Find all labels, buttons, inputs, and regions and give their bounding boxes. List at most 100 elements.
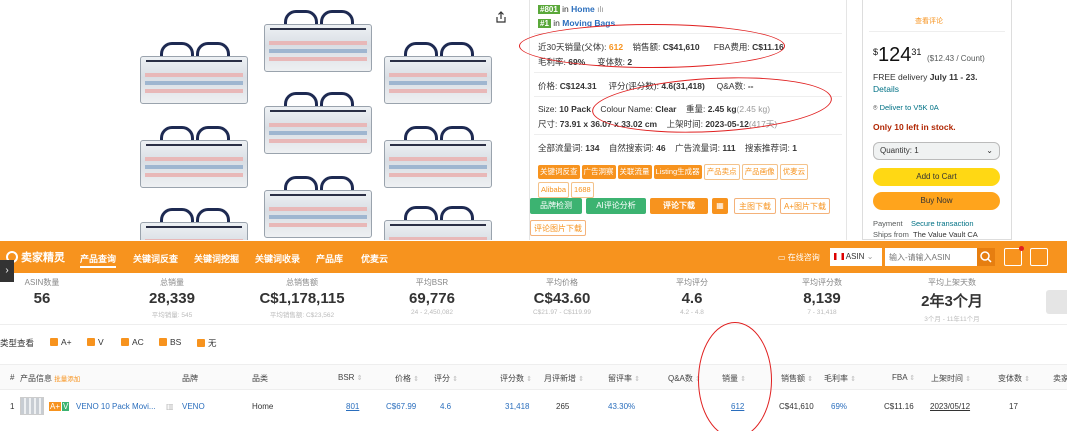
sales-link[interactable]: 612 xyxy=(731,402,744,411)
stat-value: 28,339 xyxy=(149,290,195,307)
column-header[interactable]: BSR ⇕ xyxy=(338,373,363,382)
stat-value: C$1,178,115 xyxy=(259,290,345,307)
tab-product-library[interactable]: 产品库 xyxy=(316,252,343,265)
column-header[interactable]: 上架时间 ⇕ xyxy=(931,373,971,384)
tool-tag[interactable]: 关联流量 xyxy=(617,165,652,179)
search-button[interactable] xyxy=(977,248,995,266)
main-image-download-button[interactable]: 主图下载 xyxy=(734,198,776,214)
tool-tags: 关键词反查 广告洞察 关联流量 Listing生成器 产品卖点 产品画像 优麦云 Alibab… xyxy=(538,164,838,200)
sort-icon: ⇕ xyxy=(526,376,533,383)
ai-review-button[interactable]: AI评论分析 xyxy=(586,198,646,214)
tool-tag[interactable]: 关键词反查 xyxy=(538,165,580,179)
filter-icon[interactable] xyxy=(1004,246,1024,266)
app-logo: 卖家精灵 xyxy=(6,249,65,265)
column-header[interactable]: 卖家 ⇕ xyxy=(1053,373,1067,384)
column-header[interactable]: 月评新增 ⇕ xyxy=(544,373,584,384)
tool-tag[interactable]: Alibaba xyxy=(538,182,570,198)
brand-check-button[interactable]: 品牌检测 xyxy=(530,198,582,214)
tab-keyword-mining[interactable]: 关键词挖掘 xyxy=(194,252,239,265)
online-consult-button[interactable]: ▭ 在线咨询 xyxy=(778,252,820,263)
buy-now-button[interactable]: Buy Now xyxy=(873,192,1000,210)
product-thumbnail[interactable] xyxy=(20,397,44,415)
bar-chart-icon[interactable]: ılı xyxy=(597,4,604,14)
stat-value: 8,139 xyxy=(803,290,841,307)
v-badge: V xyxy=(62,402,70,411)
stat-card: 总销售额 C$1,178,115 平均销售额: C$23,562 xyxy=(242,277,362,319)
plugin-toolbar: 卖家精灵 产品查询 关键词反查 关键词挖掘 关键词收录 产品库 优麦云 ▭ 在线… xyxy=(0,241,1067,273)
details-link[interactable]: Details xyxy=(873,84,899,94)
bsr-link[interactable]: 801 xyxy=(346,402,359,411)
column-header[interactable]: 销量 ⇕ xyxy=(722,373,746,384)
share-icon[interactable] xyxy=(494,10,508,24)
column-header[interactable]: 变体数 ⇕ xyxy=(998,373,1030,384)
delivery-info: FREE delivery July 11 - 23. xyxy=(873,72,978,82)
asin-search-input[interactable] xyxy=(885,248,977,266)
column-header[interactable]: 毛利率 ⇕ xyxy=(824,373,856,384)
review-image-download-button[interactable]: 评论图片下载 xyxy=(530,220,586,236)
column-header[interactable]: 评分 ⇕ xyxy=(434,373,458,384)
grid-view-icon[interactable] xyxy=(1030,248,1048,266)
tool-tag[interactable]: 1688 xyxy=(571,182,594,198)
review-download-button[interactable]: 评论下载 xyxy=(650,198,708,214)
buybox-price: $12431 ($12.43 / Count) xyxy=(873,44,985,66)
sort-icon: ⇕ xyxy=(356,375,363,382)
table-row[interactable]: 1 A+ V VENO 10 Pack Movi... ▥ VENO Home … xyxy=(0,392,1067,420)
brand-link[interactable]: VENO xyxy=(182,402,205,411)
column-header[interactable]: Q&A数 ⇕ xyxy=(668,373,701,384)
bag-image xyxy=(264,92,372,154)
aplus-download-button[interactable]: A+图片下载 xyxy=(780,198,830,214)
bsr-rank-main: #801 in Home ılı xyxy=(538,4,604,14)
tab-youmaiyun[interactable]: 优麦云 xyxy=(361,252,388,265)
bag-image xyxy=(264,10,372,72)
product-title-link[interactable]: VENO 10 Pack Movi... xyxy=(76,402,156,411)
tool-tag[interactable]: 产品画像 xyxy=(741,164,778,180)
filter-bs[interactable]: BS xyxy=(159,337,181,347)
filter-aplus[interactable]: A+ xyxy=(50,337,72,347)
deliver-to-link[interactable]: ⌾ Deliver to V5K 0A xyxy=(873,103,939,113)
tab-keyword-reverse[interactable]: 关键词反查 xyxy=(133,252,178,265)
bag-image xyxy=(384,42,492,104)
summary-stats: ASIN数量 56 总销量 28,339 平均销量: 545 总销售额 C$1,178,11… xyxy=(0,273,1067,325)
product-insight-panel: #801 in Home ılı #1 in Moving Bags 近30天销… xyxy=(529,0,847,240)
stat-card: 平均价格 C$43.60 C$21.97 - C$119.99 xyxy=(502,277,622,316)
rank-category-link[interactable]: Home xyxy=(571,4,595,14)
side-panel-toggle[interactable] xyxy=(1046,290,1067,314)
rank-category-link[interactable]: Moving Bags xyxy=(562,18,615,28)
stat-label: ASIN数量 xyxy=(24,278,60,287)
stat-label: 平均价格 xyxy=(546,278,578,287)
filter-ac[interactable]: AC xyxy=(121,337,144,347)
product-image-gallery[interactable] xyxy=(140,0,500,240)
bag-image xyxy=(140,208,248,240)
filter-v[interactable]: V xyxy=(87,337,104,347)
column-header: 品牌 xyxy=(182,374,198,383)
tab-keyword-index[interactable]: 关键词收录 xyxy=(255,252,300,265)
tool-tag[interactable]: 优麦云 xyxy=(779,164,809,180)
bag-image xyxy=(384,206,492,240)
column-header[interactable]: FBA ⇕ xyxy=(892,373,915,382)
tool-tag[interactable]: 产品卖点 xyxy=(703,164,740,180)
column-header: 产品信息 批量添加 xyxy=(20,374,81,383)
quantity-select[interactable]: Quantity: 1 ⌄ xyxy=(873,142,1000,160)
sort-icon: ⇕ xyxy=(965,376,972,383)
filter-none[interactable]: 无 xyxy=(197,337,217,349)
bag-image xyxy=(264,176,372,238)
sort-icon: ⇕ xyxy=(850,376,857,383)
location-pin-icon: ⌾ xyxy=(873,103,878,112)
column-header[interactable]: 销售额 ⇕ xyxy=(781,373,813,384)
stock-status: Only 10 left in stock. xyxy=(873,122,956,132)
column-header[interactable]: 价格 ⇕ xyxy=(395,373,419,384)
column-header[interactable]: 评分数 ⇕ xyxy=(500,373,532,384)
chevron-down-icon: ⌄ xyxy=(986,146,993,155)
add-to-cart-button[interactable]: Add to Cart xyxy=(873,168,1000,186)
calculator-icon[interactable]: ▦ xyxy=(712,198,728,214)
canada-flag-icon xyxy=(834,253,844,260)
tool-tag[interactable]: 广告洞察 xyxy=(581,165,616,179)
bag-image xyxy=(140,126,248,188)
tab-product-query[interactable]: 产品查询 xyxy=(80,252,117,268)
stat-value: 4.6 xyxy=(681,290,703,307)
tool-tag[interactable]: Listing生成器 xyxy=(653,165,702,179)
stat-range: 4.2 - 4.8 xyxy=(680,309,704,316)
marketplace-select[interactable]: ASIN ⌄ xyxy=(830,248,882,266)
column-header[interactable]: 留评率 ⇕ xyxy=(608,373,640,384)
stat-range: 平均销量: 545 xyxy=(151,312,193,319)
